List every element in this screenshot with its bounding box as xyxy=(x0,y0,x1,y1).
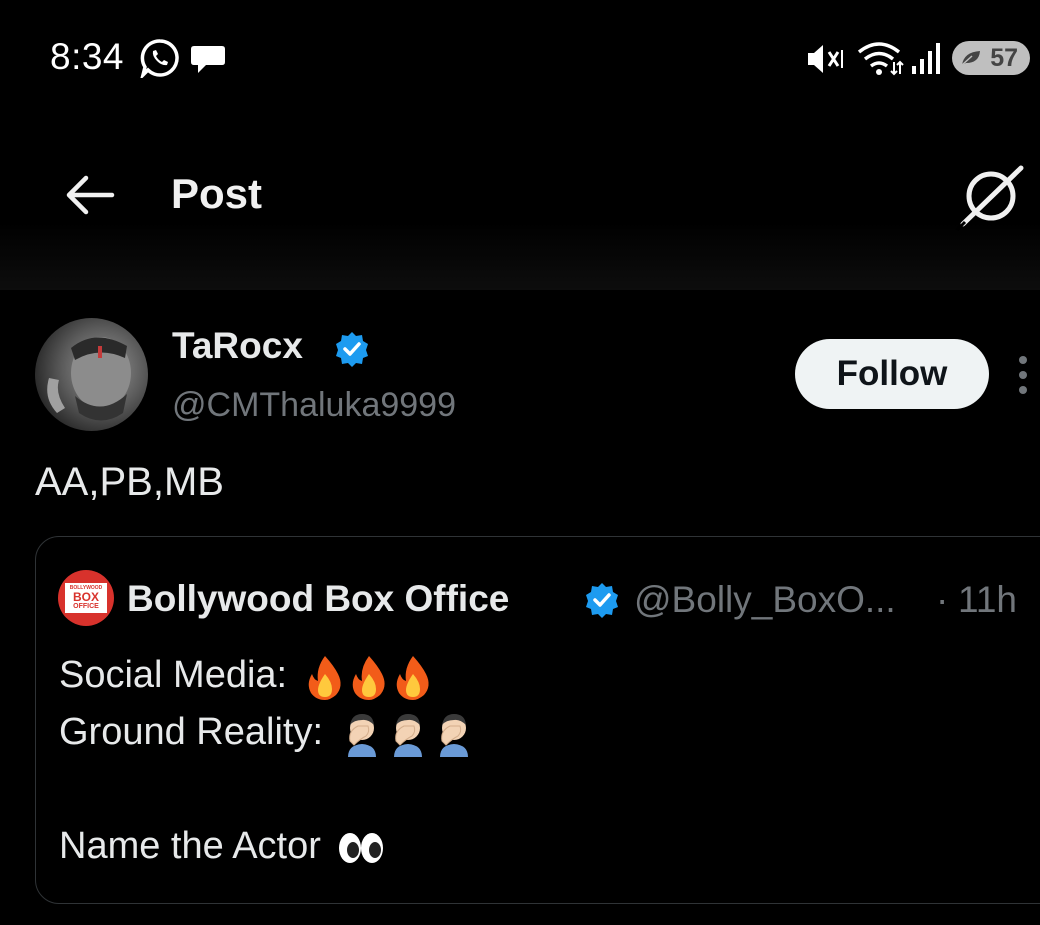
quoted-post-line: Social Media: xyxy=(59,654,434,700)
grok-icon[interactable] xyxy=(955,160,1027,232)
quoted-author-display-name: Bollywood Box Office xyxy=(127,578,510,619)
author-avatar-image xyxy=(47,337,131,421)
bollywood-box-office-logo: BOLLYWOOD BOX OFFICE xyxy=(65,583,107,613)
quoted-post-line-text: Name the Actor xyxy=(59,825,321,867)
quoted-post-timestamp: 11h xyxy=(958,579,1017,620)
top-app-bar: Post xyxy=(0,120,1040,290)
page-title: Post xyxy=(171,170,263,217)
quoted-post-line-text: Ground Reality: xyxy=(59,711,324,754)
author-avatar[interactable] xyxy=(35,318,148,431)
quoted-post-line-text: Social Media: xyxy=(59,654,288,697)
quoted-post-line: Name the Actor xyxy=(59,825,385,868)
cell-signal-icon xyxy=(912,43,940,74)
quoted-post-line: Ground Reality: xyxy=(59,711,476,757)
author-display-name[interactable]: TaRocx xyxy=(172,325,303,367)
battery-indicator: 57 xyxy=(952,41,1030,75)
status-time: 8:34 xyxy=(50,36,125,77)
fire-emoji-icon xyxy=(308,656,341,700)
verified-badge-icon xyxy=(336,332,368,367)
separator-dot: · xyxy=(936,579,949,620)
fire-emoji-icon xyxy=(352,656,385,700)
battery-level: 57 xyxy=(990,43,1018,72)
facepalm-emoji-icon xyxy=(439,714,468,757)
fire-emoji-icon xyxy=(396,656,429,700)
quoted-post[interactable]: BOLLYWOOD BOX OFFICE Bollywood Box Offic… xyxy=(35,536,1040,904)
quoted-author-handle: @Bolly_BoxO... xyxy=(634,579,896,620)
facepalm-emoji-icon xyxy=(347,714,376,757)
wifi-icon xyxy=(857,42,904,76)
whatsapp-icon xyxy=(140,39,179,78)
quoted-author-avatar[interactable]: BOLLYWOOD BOX OFFICE xyxy=(58,570,114,626)
facepalm-emoji-icon xyxy=(393,714,422,757)
eyes-emoji-icon xyxy=(339,832,384,863)
post-text: AA,PB,MB xyxy=(35,460,224,504)
vibrate-off-icon xyxy=(808,45,843,73)
follow-button[interactable]: Follow xyxy=(795,339,989,409)
more-options-icon[interactable] xyxy=(1010,352,1036,398)
verified-badge-icon xyxy=(586,583,618,618)
chat-bubble-icon xyxy=(191,46,225,73)
author-handle[interactable]: @CMThaluka9999 xyxy=(172,386,456,425)
status-bar: 8:34 57 xyxy=(0,0,1040,115)
back-arrow-icon[interactable] xyxy=(60,165,120,225)
battery-saver-leaf-icon xyxy=(961,51,980,66)
